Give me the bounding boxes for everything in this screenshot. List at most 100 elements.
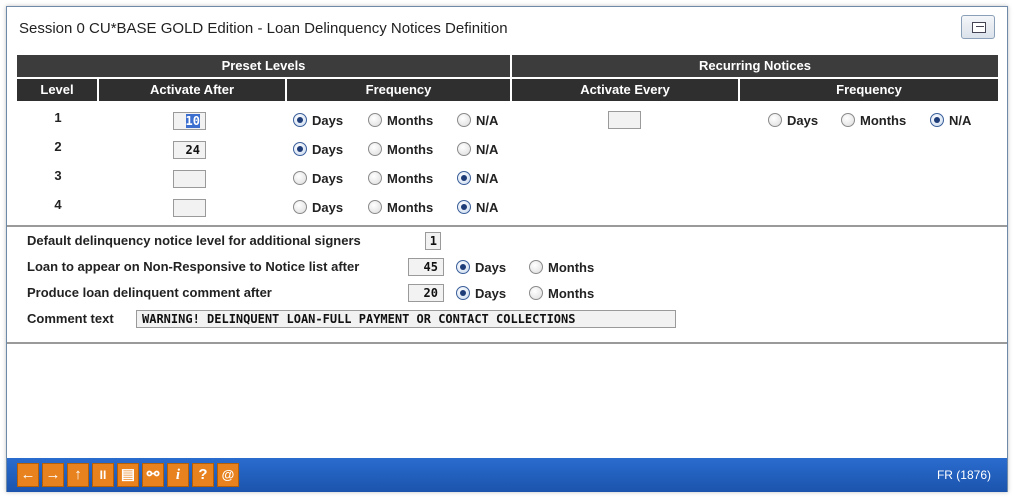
comment-after-months-radio[interactable]: Months bbox=[529, 284, 594, 302]
activate-after-input[interactable]: 10 bbox=[173, 112, 206, 130]
frequency-days-radio[interactable]: Days bbox=[293, 140, 343, 158]
recurring-na-radio[interactable]: N/A bbox=[930, 111, 971, 129]
frequency-months-radio[interactable]: Months bbox=[368, 169, 433, 187]
footer-toolbar: ← → ↑ II ▤ ⚯ i ? @ FR (1876) bbox=[7, 458, 1007, 492]
radio-unselected-icon bbox=[368, 113, 382, 127]
column-header-level: Level bbox=[17, 79, 97, 101]
recurring-days-radio[interactable]: Days bbox=[768, 111, 818, 129]
default-level-input[interactable]: 1 bbox=[425, 232, 441, 250]
column-header-frequency-label: Frequency bbox=[365, 82, 432, 97]
info-icon[interactable]: i bbox=[167, 463, 189, 487]
back-arrow-icon[interactable]: ← bbox=[17, 463, 39, 487]
comment-after-input[interactable]: 20 bbox=[408, 284, 444, 302]
radio-selected-icon bbox=[293, 142, 307, 156]
radio-label: N/A bbox=[949, 112, 972, 128]
activate-after-input[interactable]: 24 bbox=[173, 141, 206, 159]
radio-label: Days bbox=[787, 112, 819, 128]
nonresponsive-input[interactable]: 45 bbox=[408, 258, 444, 276]
radio-unselected-icon bbox=[457, 113, 471, 127]
forward-arrow-icon[interactable]: → bbox=[42, 463, 64, 487]
activate-after-value: 10 bbox=[185, 114, 200, 128]
recurring-months-radio[interactable]: Months bbox=[841, 111, 906, 129]
frequency-days-radio[interactable]: Days bbox=[293, 169, 343, 187]
print-icon[interactable]: ▤ bbox=[117, 463, 139, 487]
frequency-na-radio[interactable]: N/A bbox=[457, 169, 498, 187]
radio-label: Days bbox=[312, 199, 344, 215]
radio-label: N/A bbox=[476, 199, 499, 215]
nonresponsive-days-radio[interactable]: Days bbox=[456, 258, 506, 276]
frequency-na-radio[interactable]: N/A bbox=[457, 198, 498, 216]
frequency-na-radio[interactable]: N/A bbox=[457, 111, 498, 129]
radio-unselected-icon bbox=[368, 142, 382, 156]
recurring-notices-header: Recurring Notices bbox=[512, 55, 998, 77]
activate-after-value: 24 bbox=[185, 143, 200, 157]
default-level-label: Default delinquency notice level for add… bbox=[27, 233, 361, 248]
frequency-months-radio[interactable]: Months bbox=[368, 111, 433, 129]
radio-unselected-icon bbox=[768, 113, 782, 127]
email-icon[interactable]: @ bbox=[217, 463, 239, 487]
radio-unselected-icon bbox=[529, 286, 543, 300]
column-header-activate-every: Activate Every bbox=[512, 79, 738, 101]
radio-unselected-icon bbox=[368, 171, 382, 185]
column-header-activate-every-label: Activate Every bbox=[580, 82, 670, 97]
radio-label: Days bbox=[475, 259, 507, 275]
default-level-value: 1 bbox=[429, 234, 437, 248]
window-restore-icon[interactable] bbox=[961, 15, 995, 39]
radio-label: Days bbox=[312, 170, 344, 186]
radio-selected-icon bbox=[293, 113, 307, 127]
nonresponsive-value: 45 bbox=[423, 260, 438, 274]
radio-label: Months bbox=[387, 170, 434, 186]
column-header-recurring-frequency: Frequency bbox=[740, 79, 998, 101]
level-number: 1 bbox=[54, 110, 62, 125]
radio-unselected-icon bbox=[293, 200, 307, 214]
frequency-days-radio[interactable]: Days bbox=[293, 111, 343, 129]
frequency-days-radio[interactable]: Days bbox=[293, 198, 343, 216]
level-number: 4 bbox=[54, 197, 62, 212]
radio-unselected-icon bbox=[457, 142, 471, 156]
comment-after-label: Produce loan delinquent comment after bbox=[27, 285, 272, 300]
radio-label: Days bbox=[312, 141, 344, 157]
radio-label: Months bbox=[387, 112, 434, 128]
radio-label: N/A bbox=[476, 112, 499, 128]
radio-selected-icon bbox=[456, 286, 470, 300]
window-title: Session 0 CU*BASE GOLD Edition - Loan De… bbox=[19, 20, 508, 37]
comment-text-input[interactable]: WARNING! DELINQUENT LOAN-FULL PAYMENT OR… bbox=[136, 310, 676, 328]
section-divider bbox=[7, 342, 1007, 344]
preset-levels-header: Preset Levels bbox=[17, 55, 510, 77]
main-window: Session 0 CU*BASE GOLD Edition - Loan De… bbox=[6, 6, 1008, 492]
title-bar: Session 0 CU*BASE GOLD Edition - Loan De… bbox=[7, 7, 1007, 49]
column-header-activate-after-label: Activate After bbox=[149, 82, 235, 97]
nonresponsive-months-radio[interactable]: Months bbox=[529, 258, 594, 276]
activate-after-input[interactable] bbox=[173, 170, 206, 188]
radio-label: Months bbox=[387, 199, 434, 215]
radio-label: N/A bbox=[476, 141, 499, 157]
radio-label: Months bbox=[387, 141, 434, 157]
radio-label: Months bbox=[548, 285, 595, 301]
column-header-frequency: Frequency bbox=[287, 79, 510, 101]
level-number: 2 bbox=[54, 139, 62, 154]
radio-selected-icon bbox=[457, 171, 471, 185]
preset-levels-title: Preset Levels bbox=[221, 58, 306, 73]
pause-icon[interactable]: II bbox=[92, 463, 114, 487]
link-icon[interactable]: ⚯ bbox=[142, 463, 164, 487]
section-divider bbox=[7, 225, 1007, 227]
comment-text-value: WARNING! DELINQUENT LOAN-FULL PAYMENT OR… bbox=[142, 312, 576, 326]
frequency-months-radio[interactable]: Months bbox=[368, 140, 433, 158]
column-header-activate-after: Activate After bbox=[99, 79, 285, 101]
column-header-recurring-frequency-label: Frequency bbox=[836, 82, 902, 97]
comment-after-value: 20 bbox=[423, 286, 438, 300]
level-number: 3 bbox=[54, 168, 62, 183]
frequency-months-radio[interactable]: Months bbox=[368, 198, 433, 216]
activate-after-input[interactable] bbox=[173, 199, 206, 217]
column-header-level-label: Level bbox=[40, 82, 74, 97]
radio-unselected-icon bbox=[529, 260, 543, 274]
up-arrow-icon[interactable]: ↑ bbox=[67, 463, 89, 487]
help-icon[interactable]: ? bbox=[192, 463, 214, 487]
activate-every-input[interactable] bbox=[608, 111, 641, 129]
radio-selected-icon bbox=[457, 200, 471, 214]
comment-after-days-radio[interactable]: Days bbox=[456, 284, 506, 302]
radio-label: N/A bbox=[476, 170, 499, 186]
radio-label: Months bbox=[860, 112, 907, 128]
frequency-na-radio[interactable]: N/A bbox=[457, 140, 498, 158]
recurring-notices-title: Recurring Notices bbox=[699, 58, 811, 73]
